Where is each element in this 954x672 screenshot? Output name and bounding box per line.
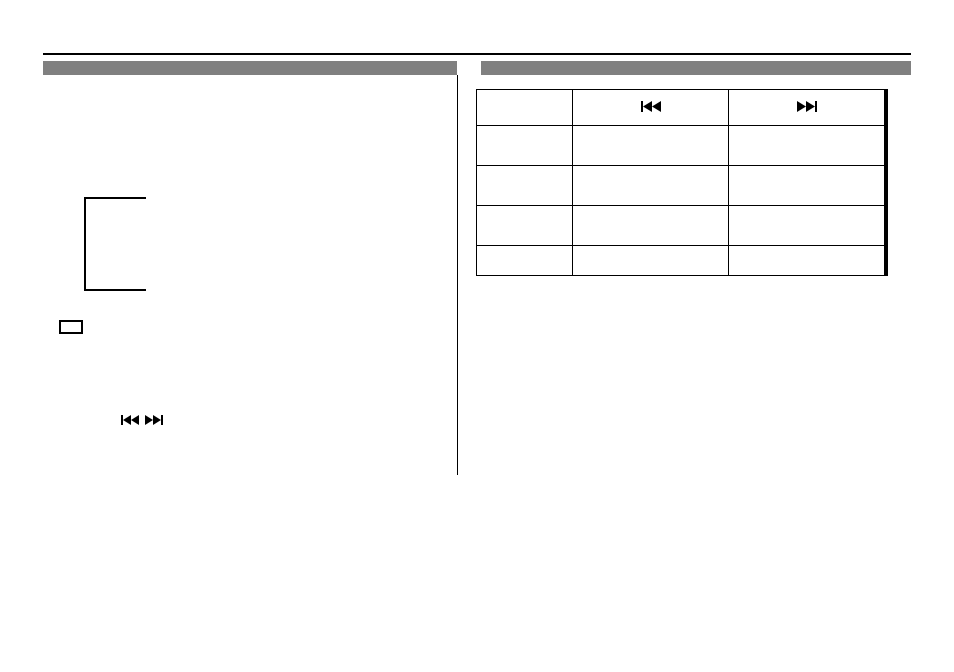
top-rule bbox=[43, 53, 911, 55]
row-label bbox=[477, 166, 573, 206]
table-header-forward bbox=[729, 90, 885, 126]
table-header-blank bbox=[477, 90, 573, 126]
table-row bbox=[477, 126, 885, 166]
row-back bbox=[573, 126, 729, 166]
table-row bbox=[477, 166, 885, 206]
skip-table bbox=[476, 89, 888, 276]
row-label bbox=[477, 126, 573, 166]
skip-back-icon bbox=[121, 415, 139, 425]
section-bar-right bbox=[481, 61, 911, 75]
skip-forward-icon bbox=[797, 101, 817, 112]
skip-back-icon bbox=[641, 101, 661, 112]
small-box bbox=[59, 320, 83, 334]
row-back bbox=[573, 246, 729, 276]
row-label bbox=[477, 246, 573, 276]
table-header-back bbox=[573, 90, 729, 126]
row-back bbox=[573, 166, 729, 206]
table-row bbox=[477, 246, 885, 276]
row-fwd bbox=[729, 166, 885, 206]
table-row bbox=[477, 206, 885, 246]
row-fwd bbox=[729, 126, 885, 166]
bracket-box bbox=[84, 197, 146, 291]
row-fwd bbox=[729, 206, 885, 246]
skip-forward-icon bbox=[145, 415, 163, 425]
row-back bbox=[573, 206, 729, 246]
row-label bbox=[477, 206, 573, 246]
section-bar-left bbox=[43, 61, 457, 75]
skip-icons-inline bbox=[121, 415, 163, 425]
right-column bbox=[457, 75, 911, 475]
row-fwd bbox=[729, 246, 885, 276]
left-column bbox=[43, 75, 457, 475]
